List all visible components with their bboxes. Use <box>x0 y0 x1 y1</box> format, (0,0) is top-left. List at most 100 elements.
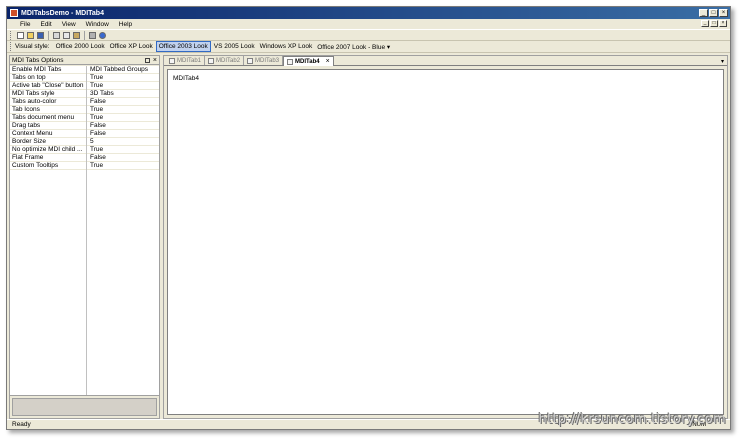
visual-style-label: Visual style: <box>15 43 50 50</box>
tab-label: MDITab3 <box>255 57 280 64</box>
tab-mditab4[interactable]: MDITab4 × <box>283 56 334 66</box>
toolbar-separator <box>84 30 85 40</box>
property-value[interactable]: False <box>86 130 159 137</box>
property-value[interactable]: False <box>86 154 159 161</box>
mdi-minimize-button[interactable]: _ <box>701 20 709 27</box>
property-value[interactable]: True <box>86 82 159 89</box>
tab-label: MDITab4 <box>295 58 320 65</box>
tab-label: MDITab2 <box>216 57 241 64</box>
title-bar[interactable]: MDITabsDemo - MDITab4 _ □ × <box>7 7 730 19</box>
property-row[interactable]: Custom Tooltips True <box>10 162 159 170</box>
panel-header: MDI Tabs Options × <box>10 56 159 65</box>
mdi-tab-strip: MDITab1 MDITab2 MDITab3 MDITab4 × ▾ <box>164 56 727 66</box>
document-icon <box>169 57 175 64</box>
property-value[interactable]: False <box>86 98 159 105</box>
menu-file[interactable]: File <box>15 21 35 28</box>
open-icon[interactable] <box>26 31 35 40</box>
minimize-button[interactable]: _ <box>699 9 708 17</box>
app-window: MDITabsDemo - MDITab4 _ □ × File Edit Vi… <box>6 6 731 430</box>
style-office-2003[interactable]: Office 2003 Look <box>155 41 211 52</box>
menu-window[interactable]: Window <box>81 21 114 28</box>
property-description-pane <box>12 398 157 416</box>
style-office-2007-dropdown[interactable]: Office 2007 Look - Blue ▾ <box>315 42 392 52</box>
property-row[interactable]: Tabs document menu True <box>10 114 159 122</box>
property-row[interactable]: Flat Frame False <box>10 154 159 162</box>
watermark-text: http://krsuncom.tistory.com <box>538 412 726 427</box>
property-name: Tab Icons <box>12 106 40 113</box>
status-text: Ready <box>12 421 31 428</box>
property-name: Tabs auto-color <box>12 98 57 105</box>
caption-buttons: _ □ × <box>699 9 728 17</box>
menu-bar: File Edit View Window Help _ □ × <box>7 19 730 29</box>
mdi-tabs-options-panel: MDI Tabs Options × Enable MDI Tabs MDI Ta… <box>9 55 160 419</box>
property-name: Context Menu <box>12 130 53 137</box>
mdi-restore-button[interactable]: □ <box>710 20 718 27</box>
property-value[interactable]: True <box>86 114 159 121</box>
property-name: Active tab "Close" button <box>12 82 84 89</box>
panel-close-icon[interactable]: × <box>153 57 157 64</box>
menu-help[interactable]: Help <box>114 21 137 28</box>
app-icon <box>10 9 18 17</box>
property-value[interactable]: 3D Tabs <box>86 90 159 97</box>
pin-icon[interactable] <box>144 57 150 63</box>
style-windows-xp[interactable]: Windows XP Look <box>258 42 315 51</box>
property-row[interactable]: No optimize MDI child ... True <box>10 146 159 154</box>
menu-view[interactable]: View <box>57 21 81 28</box>
property-value[interactable]: True <box>86 74 159 81</box>
property-value[interactable]: True <box>86 146 159 153</box>
mdi-close-button[interactable]: × <box>719 20 727 27</box>
mdi-document-area: MDITab1 MDITab2 MDITab3 MDITab4 × ▾ MDIT… <box>163 55 728 419</box>
property-name: Flat Frame <box>12 154 44 161</box>
help-icon[interactable] <box>98 31 107 40</box>
menu-edit[interactable]: Edit <box>35 21 56 28</box>
toolbar-separator <box>48 30 49 40</box>
style-office-xp[interactable]: Office XP Look <box>108 42 155 51</box>
property-value[interactable]: False <box>86 122 159 129</box>
tab-mditab1[interactable]: MDITab1 <box>166 56 206 65</box>
save-icon[interactable] <box>36 31 45 40</box>
property-name: Enable MDI Tabs <box>12 66 62 73</box>
maximize-button[interactable]: □ <box>709 9 718 17</box>
tab-mditab2[interactable]: MDITab2 <box>205 56 245 65</box>
tab-close-icon[interactable]: × <box>326 58 330 65</box>
tab-mditab3[interactable]: MDITab3 <box>244 56 284 65</box>
property-value[interactable]: True <box>86 106 159 113</box>
standard-toolbar <box>7 29 730 41</box>
panel-title: MDI Tabs Options <box>12 56 64 64</box>
column-divider[interactable] <box>86 66 87 395</box>
style-office-2000[interactable]: Office 2000 Look <box>54 42 107 51</box>
property-value[interactable]: 5 <box>86 138 159 145</box>
style-vs-2005[interactable]: VS 2005 Look <box>212 42 257 51</box>
document-content[interactable]: MDITab4 <box>167 69 724 415</box>
main-area: MDI Tabs Options × Enable MDI Tabs MDI Ta… <box>9 55 728 419</box>
property-row[interactable]: Border Size 5 <box>10 138 159 146</box>
copy-icon[interactable] <box>62 31 71 40</box>
property-name: Drag tabs <box>12 122 41 129</box>
mdi-child-buttons: _ □ × <box>701 20 727 27</box>
document-icon <box>287 58 294 65</box>
print-icon[interactable] <box>88 31 97 40</box>
property-row[interactable]: Tabs on top True <box>10 74 159 82</box>
property-row[interactable]: Tab Icons True <box>10 106 159 114</box>
property-value[interactable]: MDI Tabbed Groups <box>86 66 159 73</box>
property-row[interactable]: Enable MDI Tabs MDI Tabbed Groups <box>10 66 159 74</box>
property-name: No optimize MDI child ... <box>12 146 83 153</box>
property-row[interactable]: Tabs auto-color False <box>10 98 159 106</box>
cut-icon[interactable] <box>52 31 61 40</box>
property-row[interactable]: Drag tabs False <box>10 122 159 130</box>
property-name: Tabs on top <box>12 74 46 81</box>
paste-icon[interactable] <box>72 31 81 40</box>
property-value[interactable]: True <box>86 162 159 169</box>
tab-document-menu-icon[interactable]: ▾ <box>721 58 724 65</box>
property-row[interactable]: Context Menu False <box>10 130 159 138</box>
document-text: MDITab4 <box>173 75 200 82</box>
toolbar-grip[interactable] <box>10 30 12 40</box>
window-title: MDITabsDemo - MDITab4 <box>21 9 104 17</box>
toolbar-grip[interactable] <box>10 42 12 51</box>
property-row[interactable]: MDI Tabs style 3D Tabs <box>10 90 159 98</box>
new-icon[interactable] <box>16 31 25 40</box>
close-button[interactable]: × <box>719 9 728 17</box>
document-icon <box>208 57 215 64</box>
property-grid: Enable MDI Tabs MDI Tabbed Groups Tabs on… <box>10 66 159 396</box>
property-row[interactable]: Active tab "Close" button True <box>10 82 159 90</box>
